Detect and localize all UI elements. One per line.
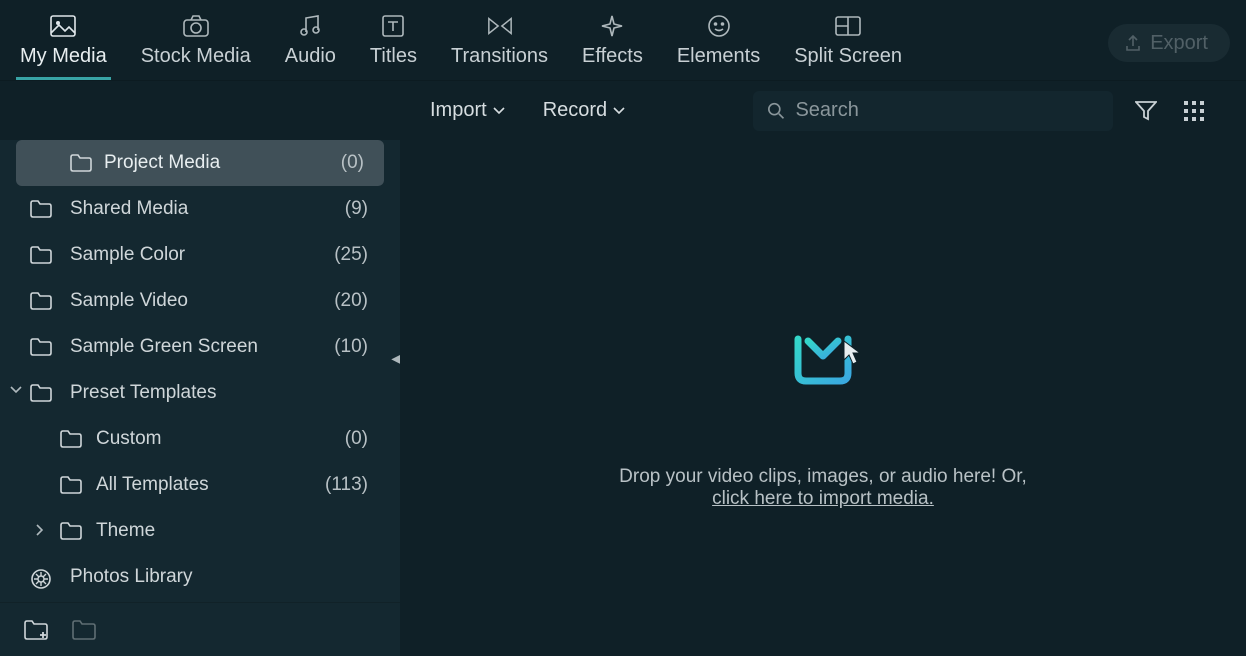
sidebar-item-project-media[interactable]: Project Media (0) xyxy=(16,140,384,186)
sidebar-item-label: Project Media xyxy=(104,152,341,174)
smiley-icon xyxy=(706,13,732,39)
camera-icon xyxy=(183,13,209,39)
grid-view-button[interactable] xyxy=(1179,96,1209,126)
transitions-icon xyxy=(487,13,513,39)
folder-plus-icon xyxy=(24,620,48,640)
import-media-link[interactable]: click here to import media. xyxy=(712,488,934,509)
tab-label: Split Screen xyxy=(794,45,902,68)
sidebar-item-custom[interactable]: Custom (0) xyxy=(0,416,400,462)
folder-icon xyxy=(60,522,82,540)
sidebar-item-preset-templates[interactable]: Preset Templates xyxy=(0,370,400,416)
tab-label: Stock Media xyxy=(141,45,251,68)
tab-audio[interactable]: Audio xyxy=(285,13,336,80)
filter-button[interactable] xyxy=(1131,96,1161,126)
sidebar-item-label: Shared Media xyxy=(70,198,345,220)
sidebar-item-theme[interactable]: Theme xyxy=(0,508,400,554)
tab-label: Titles xyxy=(370,45,417,68)
sidebar-item-count: (0) xyxy=(345,428,368,450)
chevron-right-icon xyxy=(36,524,50,538)
sidebar: Project Media (0) Shared Media (9) Sampl… xyxy=(0,140,400,656)
sidebar-item-all-templates[interactable]: All Templates (113) xyxy=(0,462,400,508)
sidebar-items: Project Media (0) Shared Media (9) Sampl… xyxy=(0,140,400,602)
tab-label: My Media xyxy=(20,45,107,68)
search-icon xyxy=(767,101,785,121)
export-icon xyxy=(1124,34,1142,52)
sub-bar: Import Record xyxy=(0,80,1246,140)
sidebar-item-label: Sample Video xyxy=(70,290,334,312)
chevron-down-icon xyxy=(613,107,625,115)
content-area: Drop your video clips, images, or audio … xyxy=(400,140,1246,656)
delete-folder-button[interactable] xyxy=(72,620,96,640)
folder-icon xyxy=(30,292,52,310)
sidebar-item-label: Sample Green Screen xyxy=(70,336,334,358)
split-screen-icon xyxy=(835,13,861,39)
sidebar-item-label: Theme xyxy=(96,520,380,542)
tab-split-screen[interactable]: Split Screen xyxy=(794,13,902,80)
music-icon xyxy=(297,13,323,39)
tab-label: Audio xyxy=(285,45,336,68)
text-icon xyxy=(380,13,406,39)
export-label: Export xyxy=(1150,32,1208,55)
sidebar-item-label: Preset Templates xyxy=(70,382,380,404)
sidebar-item-count: (0) xyxy=(341,152,364,174)
sidebar-item-label: All Templates xyxy=(96,474,325,496)
folder-icon xyxy=(60,476,82,494)
filter-icon xyxy=(1135,101,1157,121)
search-input[interactable] xyxy=(795,99,1099,122)
top-tab-bar: My Media Stock Media Audio Titles Transi… xyxy=(0,0,1246,80)
image-icon xyxy=(50,13,76,39)
tab-titles[interactable]: Titles xyxy=(370,13,417,80)
tab-my-media[interactable]: My Media xyxy=(20,13,107,80)
tab-label: Effects xyxy=(582,45,643,68)
chevron-down-icon xyxy=(493,107,505,115)
folder-icon xyxy=(30,338,52,356)
record-dropdown[interactable]: Record xyxy=(533,93,635,128)
drop-text-line1: Drop your video clips, images, or audio … xyxy=(619,466,1027,488)
sidebar-item-label: Sample Color xyxy=(70,244,334,266)
export-button[interactable]: Export xyxy=(1108,24,1230,62)
import-icon xyxy=(763,286,883,406)
import-label: Import xyxy=(430,99,487,122)
sidebar-item-sample-green-screen[interactable]: Sample Green Screen (10) xyxy=(0,324,400,370)
record-label: Record xyxy=(543,99,607,122)
drop-zone[interactable]: Drop your video clips, images, or audio … xyxy=(619,286,1027,510)
drop-text: Drop your video clips, images, or audio … xyxy=(619,466,1027,510)
tab-elements[interactable]: Elements xyxy=(677,13,760,80)
sidebar-item-count: (10) xyxy=(334,336,368,358)
sidebar-item-label: Photos Library xyxy=(70,566,380,588)
chevron-down-icon xyxy=(10,386,24,400)
sidebar-item-count: (25) xyxy=(334,244,368,266)
tab-stock-media[interactable]: Stock Media xyxy=(141,13,251,80)
sparkle-icon xyxy=(599,13,625,39)
tab-transitions[interactable]: Transitions xyxy=(451,13,548,80)
folder-icon xyxy=(60,430,82,448)
sidebar-item-photos-library[interactable]: Photos Library xyxy=(0,554,400,600)
search-field[interactable] xyxy=(753,91,1113,131)
folder-icon xyxy=(30,384,52,402)
main-area: Project Media (0) Shared Media (9) Sampl… xyxy=(0,140,1246,656)
sidebar-item-shared-media[interactable]: Shared Media (9) xyxy=(0,186,400,232)
sidebar-item-count: (113) xyxy=(325,474,368,496)
cursor-icon xyxy=(843,340,863,366)
tab-label: Elements xyxy=(677,45,760,68)
folder-icon xyxy=(70,154,92,172)
import-dropdown[interactable]: Import xyxy=(420,93,515,128)
folder-icon xyxy=(30,200,52,218)
grid-icon xyxy=(1184,101,1204,121)
sidebar-footer xyxy=(0,602,400,656)
folder-icon xyxy=(30,246,52,264)
sidebar-item-count: (20) xyxy=(334,290,368,312)
tab-label: Transitions xyxy=(451,45,548,68)
photos-icon xyxy=(30,568,52,586)
tab-effects[interactable]: Effects xyxy=(582,13,643,80)
sidebar-item-sample-color[interactable]: Sample Color (25) xyxy=(0,232,400,278)
sidebar-item-label: Custom xyxy=(96,428,345,450)
folder-icon xyxy=(72,620,96,640)
sidebar-item-count: (9) xyxy=(345,198,368,220)
sidebar-item-sample-video[interactable]: Sample Video (20) xyxy=(0,278,400,324)
new-folder-button[interactable] xyxy=(24,620,48,640)
